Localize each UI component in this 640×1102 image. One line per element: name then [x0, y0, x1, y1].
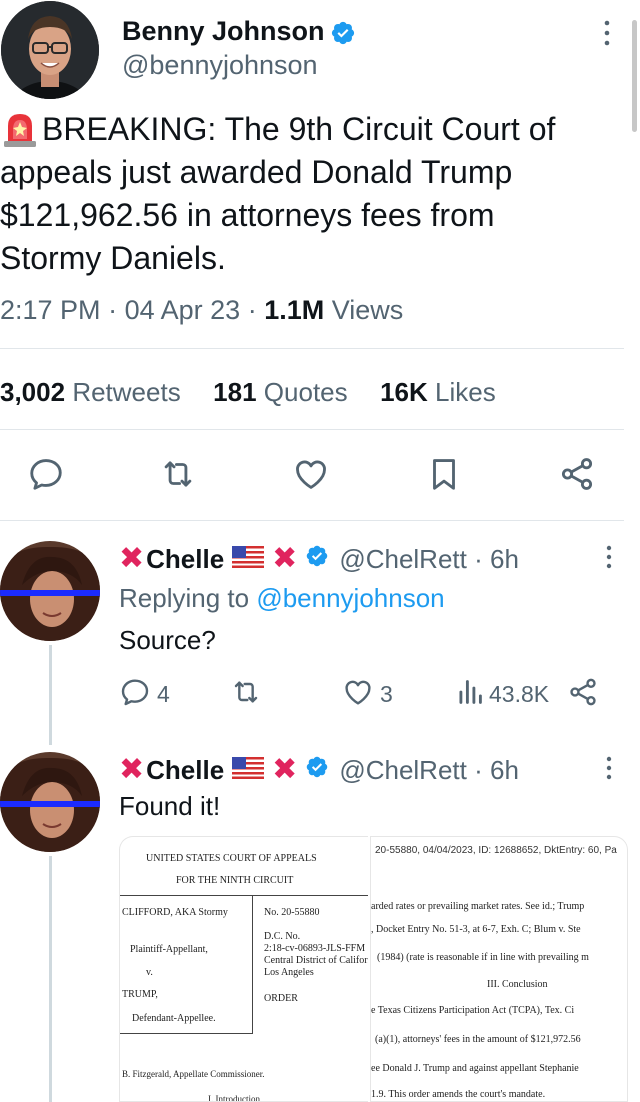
attached-document-image-right[interactable]: 20-55880, 04/04/2023, ID: 12688652, DktE…	[370, 836, 628, 1102]
doc-case-no: No. 20-55880	[264, 907, 320, 918]
bookmark-icon[interactable]	[425, 455, 463, 493]
views-bar-chart-icon	[457, 676, 483, 713]
doc-city: Los Angeles	[264, 967, 314, 978]
us-flag-icon	[232, 541, 265, 577]
views-action[interactable]: 43.8K	[457, 676, 549, 713]
doc-circuit: FOR THE NINTH CIRCUIT	[176, 875, 294, 886]
reply-age: 6h	[489, 544, 519, 574]
red-x-icon: ✖	[119, 542, 145, 575]
author-handle[interactable]: @bennyjohnson	[122, 47, 318, 83]
more-options-icon[interactable]	[599, 755, 619, 781]
reply-author-name: Chelle	[146, 755, 225, 785]
doc-dc-no: D.C. No.	[264, 931, 301, 942]
reply-icon[interactable]	[27, 455, 65, 493]
doc-right-line-5: (a)(1), attorneys' fees in the amount of…	[375, 1034, 581, 1045]
reply-author[interactable]: ✖ Chelle ✖ @ChelRett · 6h	[119, 752, 519, 788]
tweet-text-line-2: appeals just awarded Donald Trump	[0, 154, 513, 190]
doc-party1-role: Plaintiff-Appellant,	[130, 944, 208, 955]
tweet-text-line-3: $121,962.56 in attorneys fees from	[0, 197, 495, 233]
replying-to-link[interactable]: @bennyjohnson	[256, 583, 444, 613]
doc-right-line-1: arded rates or prevailing market rates. …	[371, 901, 585, 912]
verified-badge-icon	[305, 541, 329, 577]
doc-right-conclusion: III. Conclusion	[487, 979, 548, 990]
thread-connector-line	[49, 856, 52, 1102]
more-options-icon[interactable]	[599, 544, 619, 570]
red-x-icon: ✖	[272, 753, 298, 786]
engagement-stats: 3,002 Retweets 181 Quotes 16K Likes	[0, 374, 496, 410]
reply-age: 6h	[489, 755, 519, 785]
doc-right-header: 20-55880, 04/04/2023, ID: 12688652, DktE…	[375, 845, 617, 856]
likes-stat[interactable]: 16K Likes	[380, 377, 496, 407]
like-heart-icon	[342, 676, 374, 713]
doc-party2: TRUMP,	[122, 989, 158, 1000]
tweet-text-line-4: Stormy Daniels.	[0, 240, 226, 276]
retweet-icon[interactable]	[158, 455, 198, 493]
views-count: 43.8K	[489, 681, 550, 707]
reply-handle: @ChelRett	[339, 755, 467, 785]
reply-author-name: Chelle	[146, 544, 225, 574]
divider	[0, 520, 624, 521]
divider	[0, 429, 624, 430]
retweets-stat[interactable]: 3,002 Retweets	[0, 377, 181, 407]
verified-badge-icon	[330, 20, 356, 46]
tweet-text-line-1: BREAKING: The 9th Circuit Court of	[42, 111, 556, 147]
reply-avatar[interactable]	[0, 541, 100, 641]
reply-count-action[interactable]: 4	[119, 676, 170, 713]
reply-action-bar: 4 3 43.8K	[119, 676, 609, 712]
doc-right-line-7: 1.9. This order amends the court's manda…	[371, 1089, 546, 1100]
doc-right-line-6: ee Donald J. Trump and against appellant…	[371, 1063, 579, 1074]
reply-text: Found it!	[119, 791, 221, 821]
verified-badge-icon	[305, 752, 329, 788]
share-icon[interactable]	[567, 676, 599, 713]
attached-document-image-left[interactable]: UNITED STATES COURT OF APPEALS FOR THE N…	[119, 836, 368, 1102]
doc-dc-case: 2:18-cv-06893-JLS-FFM	[264, 943, 366, 954]
siren-emoji-icon	[2, 110, 38, 148]
doc-order: ORDER	[264, 993, 298, 1004]
replying-to: Replying to @bennyjohnson	[119, 583, 445, 613]
divider	[0, 348, 624, 349]
reply-count: 4	[157, 681, 170, 707]
quotes-stat[interactable]: 181 Quotes	[213, 377, 347, 407]
doc-v: v.	[146, 967, 153, 978]
doc-right-line-3: (1984) (rate is reasonable if in line wi…	[377, 952, 589, 963]
red-x-icon: ✖	[119, 753, 145, 786]
like-heart-icon[interactable]	[291, 455, 331, 493]
views-label: Views	[331, 295, 404, 325]
reply-icon	[119, 676, 151, 713]
doc-right-line-4: e Texas Citizens Participation Act (TCPA…	[371, 1005, 575, 1016]
reply-avatar[interactable]	[0, 752, 100, 852]
scrollbar[interactable]	[632, 20, 637, 132]
reply-author[interactable]: ✖ Chelle ✖ @ChelRett · 6h	[119, 541, 519, 577]
like-action[interactable]: 3	[342, 676, 393, 713]
reply-text: Source?	[119, 625, 216, 655]
like-count: 3	[380, 681, 393, 707]
retweet-icon	[229, 681, 263, 712]
doc-party2-role: Defendant-Appellee.	[132, 1013, 216, 1024]
doc-district: Central District of California,	[264, 955, 368, 966]
doc-party1: CLIFFORD, AKA Stormy	[122, 907, 228, 918]
tweet-date: 04 Apr 23	[124, 295, 241, 325]
thread-connector-line	[49, 645, 52, 745]
doc-court-title: UNITED STATES COURT OF APPEALS	[146, 853, 317, 864]
views-count: 1.1M	[264, 295, 325, 325]
more-options-icon[interactable]	[597, 18, 617, 48]
tweet-time: 2:17 PM	[0, 295, 101, 325]
doc-commissioner: B. Fitzgerald, Appellate Commissioner.	[122, 1069, 265, 1079]
tweet-timestamp[interactable]: 2:17 PM · 04 Apr 23 · 1.1M Views	[0, 292, 403, 328]
avatar[interactable]	[1, 1, 99, 99]
doc-right-line-2: , Docket Entry No. 51-3, at 6-7, Exh. C;…	[371, 924, 581, 935]
author-name[interactable]: Benny Johnson	[122, 13, 325, 49]
us-flag-icon	[232, 752, 265, 788]
reply-handle: @ChelRett	[339, 544, 467, 574]
red-x-icon: ✖	[272, 542, 298, 575]
retweet-action[interactable]	[229, 676, 263, 713]
share-icon[interactable]	[558, 455, 596, 493]
doc-intro: I. Introduction	[208, 1094, 260, 1102]
